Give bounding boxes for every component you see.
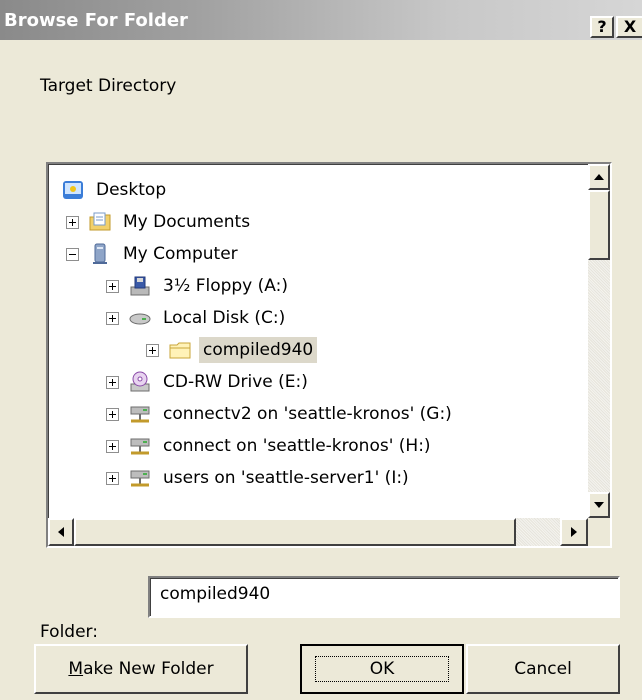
tree-item-network-i[interactable]: users on 'seattle-server1' (I:): [106, 462, 413, 494]
tree-item-label: My Computer: [123, 244, 238, 264]
tree-item-label: connect on 'seattle-kronos' (H:): [163, 436, 431, 456]
right-arrow-icon: [571, 527, 577, 537]
scrollbar-corner: [588, 518, 610, 546]
documents-folder-icon: [89, 212, 111, 231]
scroll-up-button[interactable]: [588, 164, 610, 190]
tree-item-my-computer[interactable]: My Computer: [66, 238, 242, 270]
tree-item-label: Local Disk (C:): [163, 308, 286, 328]
expand-icon[interactable]: [106, 375, 119, 389]
down-arrow-icon: [594, 502, 604, 508]
tree-item-label: My Documents: [123, 212, 251, 232]
make-new-folder-label: ake New Folder: [83, 659, 214, 679]
vertical-scrollbar[interactable]: [588, 164, 610, 518]
tree-item-cd-drive[interactable]: CD-RW Drive (E:): [106, 366, 312, 398]
hard-disk-icon: [129, 313, 151, 325]
cancel-button[interactable]: Cancel: [466, 644, 620, 694]
left-arrow-icon: [58, 527, 64, 537]
tree-item-compiled940[interactable]: compiled940: [146, 334, 318, 366]
tree-item-network-g[interactable]: connectv2 on 'seattle-kronos' (G:): [106, 398, 456, 430]
folder-tree[interactable]: Desktop My Documents My Computer 3½ Flop…: [46, 162, 612, 548]
network-drive-icon: [130, 470, 150, 487]
network-drive-icon: [130, 406, 150, 423]
tree-item-label: Desktop: [96, 180, 167, 200]
horizontal-scroll-thumb[interactable]: [74, 518, 516, 546]
tree-item-network-h[interactable]: connect on 'seattle-kronos' (H:): [106, 430, 435, 462]
title-bar[interactable]: Browse For Folder ? X: [0, 0, 642, 40]
collapse-icon[interactable]: [66, 247, 79, 261]
horizontal-scrollbar[interactable]: [48, 518, 588, 546]
make-new-folder-mnemonic: M: [68, 659, 84, 679]
desktop-icon: [63, 181, 83, 199]
prompt-text: Target Directory: [40, 76, 177, 96]
tree-item-floppy[interactable]: 3½ Floppy (A:): [106, 270, 292, 302]
scroll-thumb[interactable]: [588, 190, 610, 260]
tree-item-label: compiled940: [199, 337, 318, 363]
network-drive-icon: [130, 438, 150, 455]
ok-button[interactable]: OK: [300, 644, 464, 694]
tree-item-label: CD-RW Drive (E:): [163, 372, 308, 392]
expand-icon[interactable]: [106, 311, 119, 325]
cd-drive-icon: [130, 371, 150, 392]
tree-item-label: users on 'seattle-server1' (I:): [163, 468, 409, 488]
tree-item-label: 3½ Floppy (A:): [163, 276, 288, 296]
expand-icon[interactable]: [106, 471, 119, 485]
expand-icon[interactable]: [106, 439, 119, 453]
help-button[interactable]: ?: [590, 16, 614, 38]
expand-icon[interactable]: [106, 407, 119, 421]
expand-icon[interactable]: [146, 343, 159, 357]
folder-label: Folder:: [40, 622, 98, 642]
expand-icon[interactable]: [106, 279, 119, 293]
scroll-left-button[interactable]: [48, 518, 74, 546]
tree-item-desktop[interactable]: Desktop: [62, 174, 170, 206]
tree-item-local-disk[interactable]: Local Disk (C:): [106, 302, 289, 334]
scroll-down-button[interactable]: [588, 492, 610, 518]
folder-name-input[interactable]: compiled940: [148, 576, 620, 618]
tree-item-my-documents[interactable]: My Documents: [66, 206, 254, 238]
window-title: Browse For Folder: [4, 10, 188, 31]
make-new-folder-button[interactable]: Make New Folder: [34, 644, 248, 694]
expand-icon[interactable]: [66, 215, 79, 229]
computer-icon: [93, 243, 107, 264]
floppy-drive-icon: [130, 276, 150, 296]
close-button[interactable]: X: [616, 16, 642, 38]
scroll-right-button[interactable]: [560, 518, 588, 546]
tree-item-label: connectv2 on 'seattle-kronos' (G:): [163, 404, 452, 424]
ok-label: OK: [314, 656, 450, 682]
folder-icon: [169, 342, 191, 359]
up-arrow-icon: [594, 174, 604, 180]
folder-tree-viewport: Desktop My Documents My Computer 3½ Flop…: [48, 164, 588, 518]
